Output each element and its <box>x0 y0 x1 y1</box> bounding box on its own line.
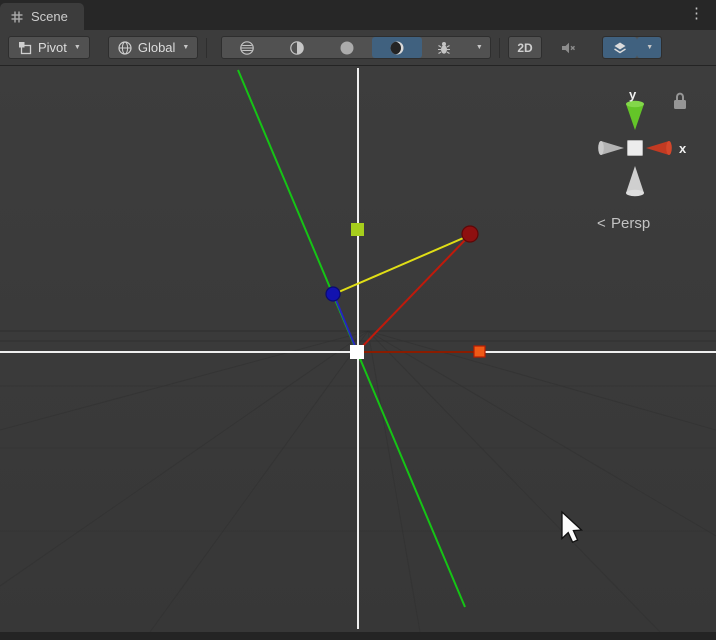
pivot-label: Pivot <box>38 40 67 55</box>
sphere-shaded-button[interactable] <box>372 37 422 58</box>
scene-visibility-group: ▼ <box>602 36 662 59</box>
sphere-solid-icon <box>339 40 355 56</box>
origin-white-square-handle[interactable] <box>350 345 364 359</box>
sphere-half-shaded-button[interactable] <box>272 37 322 58</box>
pivot-dropdown[interactable]: Pivot ▼ <box>8 36 90 59</box>
view-options-group: ▼ <box>221 36 491 59</box>
gizmo-y-label: y <box>629 87 637 102</box>
2d-label: 2D <box>517 41 532 55</box>
scene-visibility-button[interactable] <box>603 37 637 58</box>
projection-arrow-icon: < <box>597 215 606 232</box>
gizmo-bottom-cone[interactable] <box>626 166 644 196</box>
scene-viewport[interactable]: y x < Persp <box>0 66 716 640</box>
chevron-down-icon: ▼ <box>476 44 483 51</box>
chevron-down-icon: ▼ <box>74 44 81 51</box>
global-label: Global <box>138 40 176 55</box>
gizmo-y-cone[interactable] <box>626 101 644 130</box>
sphere-solid-button[interactable] <box>322 37 372 58</box>
maroon-sphere-handle[interactable] <box>462 226 478 242</box>
projection-label-text: Persp <box>611 215 650 232</box>
globe-icon <box>117 40 133 56</box>
2d-toggle-button[interactable]: 2D <box>508 36 541 59</box>
scene-toolbar: Pivot ▼ Global ▼ <box>0 30 716 66</box>
sphere-half-icon <box>289 40 305 56</box>
orientation-gizmo: y x < Persp <box>597 87 687 232</box>
camera-projection-label[interactable]: < Persp <box>597 215 650 232</box>
view-options-dropdown[interactable]: ▼ <box>466 37 490 58</box>
grid-ray-bottom-1 <box>150 331 368 632</box>
scene-visibility-dropdown[interactable]: ▼ <box>637 37 661 58</box>
tab-scene[interactable]: Scene <box>0 3 84 30</box>
sphere-crescent-icon <box>389 40 405 56</box>
orange-square-handle[interactable] <box>474 346 485 357</box>
green-square-handle[interactable] <box>351 223 364 236</box>
unity-scene-window: Scene ⋮ Pivot ▼ Global ▼ <box>0 0 716 640</box>
red-segment <box>358 238 467 351</box>
gizmo-center-cube[interactable] <box>628 141 643 156</box>
sphere-outline-icon <box>239 40 255 56</box>
mouse-cursor-icon <box>562 512 582 542</box>
toolbar-separator <box>206 38 207 58</box>
bug-icon <box>436 40 452 56</box>
tab-overflow-menu-icon[interactable]: ⋮ <box>685 3 708 25</box>
audio-mute-button[interactable] <box>554 36 584 59</box>
blue-segment <box>334 295 357 351</box>
blue-sphere-handle[interactable] <box>326 287 340 301</box>
yellow-segment <box>334 236 468 294</box>
chevron-down-icon: ▼ <box>182 44 189 51</box>
tab-label: Scene <box>31 9 68 24</box>
lock-icon[interactable] <box>674 94 686 109</box>
gizmo-left-cone[interactable] <box>598 141 624 155</box>
chevron-down-icon: ▼ <box>646 44 653 51</box>
grid-ray-right-2 <box>368 331 716 430</box>
audio-muted-icon <box>560 40 577 56</box>
grid-ray-left-2 <box>0 331 368 586</box>
layers-icon <box>612 40 628 56</box>
gizmo-x-cone[interactable] <box>646 141 672 155</box>
gizmo-x-label: x <box>679 141 687 156</box>
toolbar-separator <box>499 38 500 58</box>
global-dropdown[interactable]: Global ▼ <box>108 36 199 59</box>
scene-canvas[interactable]: y x < Persp <box>0 66 716 632</box>
pivot-icon <box>17 40 33 56</box>
debug-gizmos-button[interactable] <box>422 37 466 58</box>
tab-bar: Scene ⋮ <box>0 0 716 30</box>
grid-ray-left-1 <box>0 331 368 430</box>
sphere-wireframe-button[interactable] <box>222 37 272 58</box>
scene-tab-grid-icon <box>10 10 24 24</box>
grid-ray-right-1 <box>368 331 716 536</box>
